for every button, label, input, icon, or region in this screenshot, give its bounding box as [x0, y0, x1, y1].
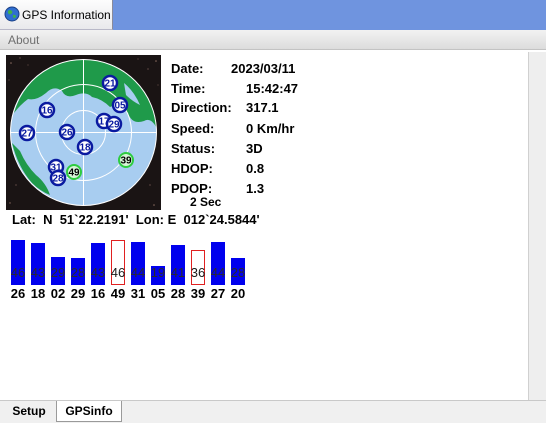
hdop-label: HDOP: [171, 161, 213, 176]
signal-snr-label: 28 [70, 265, 86, 280]
signal-prn-label: 26 [10, 286, 26, 301]
lon-label: Lon: [135, 212, 164, 227]
signal-snr-label: 46 [110, 265, 126, 280]
status-label: Status: [171, 141, 216, 156]
satellite-prn-label: 28 [52, 174, 64, 185]
satellite-marker-39: 39 [118, 152, 134, 168]
satellite-prn-label: 39 [120, 156, 132, 167]
menu-bar: About [0, 30, 546, 50]
speed-label: Speed: [171, 121, 215, 136]
pdop-label: PDOP: [171, 181, 213, 196]
time-label: Time: [171, 81, 206, 96]
satellite-marker-28: 28 [49, 169, 67, 187]
satellite-marker-26: 26 [58, 123, 76, 141]
satellite-marker-29: 29 [105, 115, 123, 133]
satellite-sky-plot: 2116 0527 2617291831284939 [6, 55, 161, 210]
pdop-value: 1.3 [246, 181, 265, 196]
satellite-prn-label: 05 [114, 101, 126, 112]
satellite-marker-16: 16 [38, 101, 56, 119]
signal-snr-label: 43 [90, 265, 106, 280]
date-label: Date: [171, 61, 204, 76]
satellite-marker-18: 18 [76, 138, 94, 156]
lon-hemisphere: E [167, 212, 177, 227]
status-value: 3D [246, 141, 263, 156]
signal-prn-label: 05 [150, 286, 166, 301]
satellite-marker-27: 27 [18, 124, 36, 142]
gps-information-window: GPS Information About 21 16 05 27 26 17 29 18 31… [0, 0, 546, 423]
satellite-prn-label: 16 [41, 106, 53, 117]
satellite-prn-label: 21 [104, 79, 116, 90]
menu-item-about[interactable]: About [8, 33, 39, 47]
date-value: 2023/03/11 [231, 61, 296, 76]
signal-prn-label: 31 [130, 286, 146, 301]
satellite-marker-49: 49 [66, 164, 82, 180]
satellite-prn-label: 18 [79, 143, 91, 154]
window-title: GPS Information [22, 8, 111, 22]
signal-snr-label: 19 [150, 265, 166, 280]
signal-snr-label: 29 [50, 265, 66, 280]
signal-prn-label: 02 [50, 286, 66, 301]
signal-prn-label: 20 [230, 286, 246, 301]
hdop-value: 0.8 [246, 161, 265, 176]
time-value: 15:42:47 [246, 81, 299, 96]
window-title-tab[interactable]: GPS Information [0, 0, 113, 30]
satellite-marker-05: 05 [111, 96, 129, 114]
right-edge-strip [528, 52, 546, 400]
tab-gpsinfo[interactable]: GPSinfo [56, 401, 122, 422]
globe-icon [4, 6, 20, 22]
signal-snr-label: 36 [190, 265, 206, 280]
lat-hemisphere: N [43, 212, 53, 227]
position-readout: Lat: N 51`22.2191' Lon: E 012`24.5844' [12, 212, 260, 227]
lat-label: Lat: [12, 212, 36, 227]
direction-value: 317.1 [246, 100, 279, 115]
signal-prn-label: 27 [210, 286, 226, 301]
update-interval: 2 Sec [190, 195, 222, 209]
lon-value: 012`24.5844' [183, 212, 260, 227]
signal-prn-label: 16 [90, 286, 106, 301]
speed-value: 0 Km/hr [246, 121, 295, 136]
satellite-marker-21: 21 [101, 74, 119, 92]
tab-setup[interactable]: Setup [4, 401, 54, 421]
satellite-prn-label: 49 [68, 168, 80, 179]
signal-prn-label: 39 [190, 286, 206, 301]
signal-snr-label: 46 [10, 265, 26, 280]
signal-snr-label: 41 [170, 265, 186, 280]
direction-label: Direction: [171, 100, 232, 115]
signal-snr-label: 28 [230, 265, 246, 280]
satellite-prn-label: 26 [61, 128, 73, 139]
signal-prn-label: 49 [110, 286, 126, 301]
signal-snr-label: 43 [30, 265, 46, 280]
signal-snr-label: 44 [130, 265, 146, 280]
satellite-prn-label: 29 [108, 120, 120, 131]
satellite-prn-label: 27 [21, 129, 33, 140]
lat-value: 51`22.2191' [59, 212, 129, 227]
signal-prn-label: 28 [170, 286, 186, 301]
signal-prn-label: 18 [30, 286, 46, 301]
signal-snr-label: 44 [210, 265, 226, 280]
signal-prn-label: 29 [70, 286, 86, 301]
